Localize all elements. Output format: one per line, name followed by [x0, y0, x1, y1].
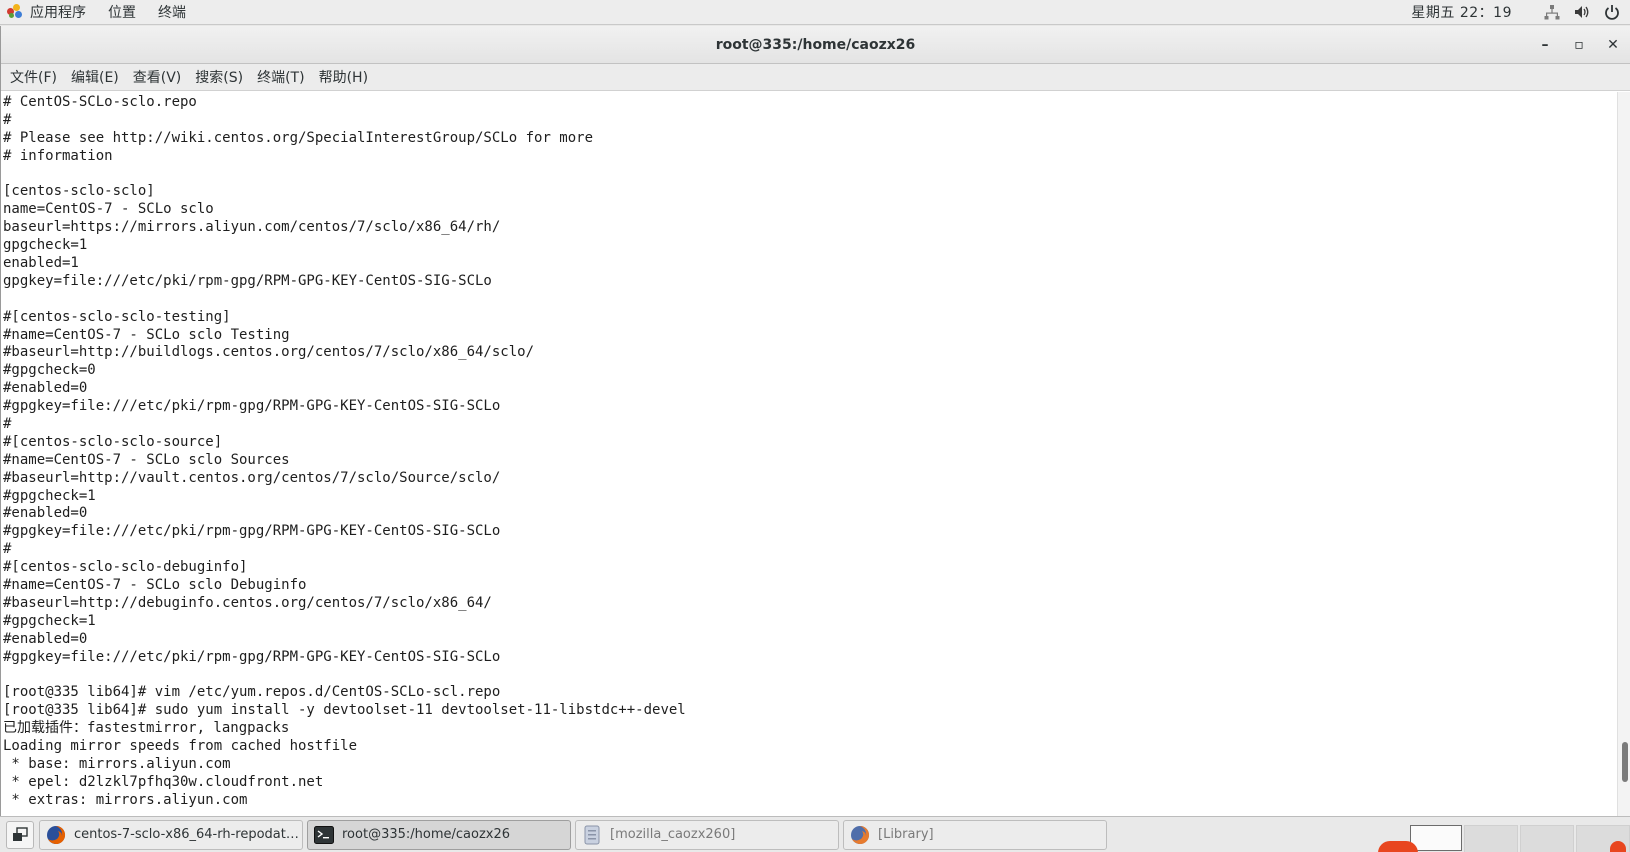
terminal-line: gpgkey=file:///etc/pki/rpm-gpg/RPM-GPG-K…: [3, 272, 492, 289]
clock[interactable]: 星期五 22：19: [1411, 2, 1512, 22]
terminal-line: * epel: d2lzkl7pfhq30w.cloudfront.net: [3, 773, 324, 790]
terminal-line: #[centos-sclo-sclo-debuginfo]: [3, 559, 248, 576]
scrollbar[interactable]: [1617, 92, 1630, 816]
top-panel: 应用程序 位置 终端 星期五 22：19: [0, 0, 1630, 25]
terminal-line: #gpgkey=file:///etc/pki/rpm-gpg/RPM-GPG-…: [3, 398, 501, 415]
terminal-line: #baseurl=http://buildlogs.centos.org/cen…: [3, 344, 535, 361]
places-menu-label: 位置: [108, 5, 136, 21]
applications-icon: [6, 3, 24, 21]
terminal-line: [centos-sclo-sclo]: [3, 183, 155, 200]
close-button[interactable]: ✕: [1596, 26, 1630, 64]
minimize-button[interactable]: –: [1528, 26, 1562, 64]
terminal-line: [root@335 lib64]# vim /etc/yum.repos.d/C…: [3, 684, 501, 701]
terminal-line: name=CentOS-7 - SCLo sclo: [3, 201, 214, 218]
volume-icon[interactable]: [1570, 0, 1594, 25]
task-terminal[interactable]: root@335:/home/caozx26: [307, 819, 571, 850]
task-file-manager[interactable]: [mozilla_caozx260]: [575, 819, 839, 850]
menu-terminal[interactable]: 终端(T): [250, 64, 311, 91]
terminal-area[interactable]: # CentOS-SCLo-sclo.repo # # Please see htt…: [1, 92, 1630, 816]
firefox-icon: [850, 825, 870, 845]
applications-menu[interactable]: 应用程序: [0, 0, 94, 25]
terminal-line: # Please see http://wiki.centos.org/Spec…: [3, 129, 594, 146]
decorative-shape: [1378, 840, 1418, 852]
scrollbar-thumb[interactable]: [1622, 742, 1628, 782]
terminal-line: #gpgcheck=1: [3, 487, 96, 504]
terminal-line: #gpgcheck=0: [3, 362, 96, 379]
terminal-icon: [314, 825, 334, 845]
terminal-line: #[centos-sclo-sclo-testing]: [3, 308, 231, 325]
terminal-line: * base: mirrors.aliyun.com: [3, 755, 231, 772]
terminal-line: # CentOS-SCLo-sclo.repo: [3, 94, 197, 110]
terminal-line: Loading mirror speeds from cached hostfi…: [3, 738, 358, 755]
firefox-icon: [46, 825, 66, 845]
terminal-line: #: [3, 416, 12, 433]
terminal-line: baseurl=https://mirrors.aliyun.com/cento…: [3, 219, 501, 236]
terminal-line: enabled=1: [3, 255, 79, 272]
network-icon[interactable]: [1540, 0, 1564, 25]
terminal-line: #baseurl=http://vault.centos.org/centos/…: [3, 469, 501, 486]
terminal-line: #enabled=0: [3, 505, 88, 522]
task-label: centos-7-sclo-x86_64-rh-repodata...: [74, 827, 302, 842]
menu-edit[interactable]: 编辑(E): [64, 64, 126, 91]
maximize-button[interactable]: ▫: [1562, 26, 1596, 64]
terminal-line: 已加载插件：fastestmirror, langpacks: [3, 720, 290, 737]
terminal-window: root@335:/home/caozx26 – ▫ ✕ 文件(F) 编辑(E)…: [0, 26, 1630, 816]
menu-view[interactable]: 查看(V): [126, 64, 189, 91]
terminal-line: #gpgkey=file:///etc/pki/rpm-gpg/RPM-GPG-…: [3, 648, 501, 665]
terminal-line: #enabled=0: [3, 630, 88, 647]
terminal-line: gpgcheck=1: [3, 237, 88, 254]
task-label: [mozilla_caozx260]: [610, 827, 736, 842]
terminal-output[interactable]: # CentOS-SCLo-sclo.repo # # Please see htt…: [3, 94, 1613, 814]
terminal-line: #: [3, 111, 12, 128]
task-firefox-repodata[interactable]: centos-7-sclo-x86_64-rh-repodata...: [39, 819, 303, 850]
terminal-line: #name=CentOS-7 - SCLo sclo Testing: [3, 326, 290, 343]
terminal-line: #name=CentOS-7 - SCLo sclo Debuginfo: [3, 577, 307, 594]
workspace-2[interactable]: [1464, 824, 1518, 852]
menu-search[interactable]: 搜索(S): [188, 64, 250, 91]
task-label: [Library]: [878, 827, 934, 842]
terminal-app-menu[interactable]: 终端: [144, 0, 194, 25]
terminal-line: #enabled=0: [3, 380, 88, 397]
terminal-line: #gpgcheck=1: [3, 612, 96, 629]
menu-file[interactable]: 文件(F): [3, 64, 64, 91]
workspace-1[interactable]: [1410, 824, 1462, 851]
terminal-line: #[centos-sclo-sclo-source]: [3, 433, 223, 450]
task-firefox-library[interactable]: [Library]: [843, 819, 1107, 850]
taskbar: centos-7-sclo-x86_64-rh-repodata... root…: [0, 816, 1630, 852]
menu-help[interactable]: 帮助(H): [312, 64, 375, 91]
terminal-line: * extras: mirrors.aliyun.com: [3, 791, 248, 808]
window-title: root@335:/home/caozx26: [715, 36, 916, 53]
places-menu[interactable]: 位置: [94, 0, 144, 25]
terminal-line: [root@335 lib64]# sudo yum install -y de…: [3, 702, 686, 719]
terminal-app-menu-label: 终端: [158, 5, 186, 21]
window-titlebar[interactable]: root@335:/home/caozx26 – ▫ ✕: [1, 26, 1630, 64]
task-label: root@335:/home/caozx26: [342, 827, 510, 842]
workspace-3[interactable]: [1520, 824, 1574, 852]
terminal-line: #name=CentOS-7 - SCLo sclo Sources: [3, 451, 290, 468]
workspace-switcher: [1378, 817, 1630, 852]
menubar: 文件(F) 编辑(E) 查看(V) 搜索(S) 终端(T) 帮助(H): [1, 64, 1630, 91]
terminal-line: #baseurl=http://debuginfo.centos.org/cen…: [3, 594, 492, 611]
show-desktop-icon: [13, 826, 28, 841]
applications-menu-label: 应用程序: [30, 5, 86, 21]
folder-icon: [582, 825, 602, 845]
terminal-line: # information: [3, 147, 113, 164]
terminal-line: #gpgkey=file:///etc/pki/rpm-gpg/RPM-GPG-…: [3, 523, 501, 540]
show-desktop-button[interactable]: [6, 820, 34, 849]
power-icon[interactable]: [1600, 0, 1624, 25]
terminal-line: #: [3, 541, 12, 558]
